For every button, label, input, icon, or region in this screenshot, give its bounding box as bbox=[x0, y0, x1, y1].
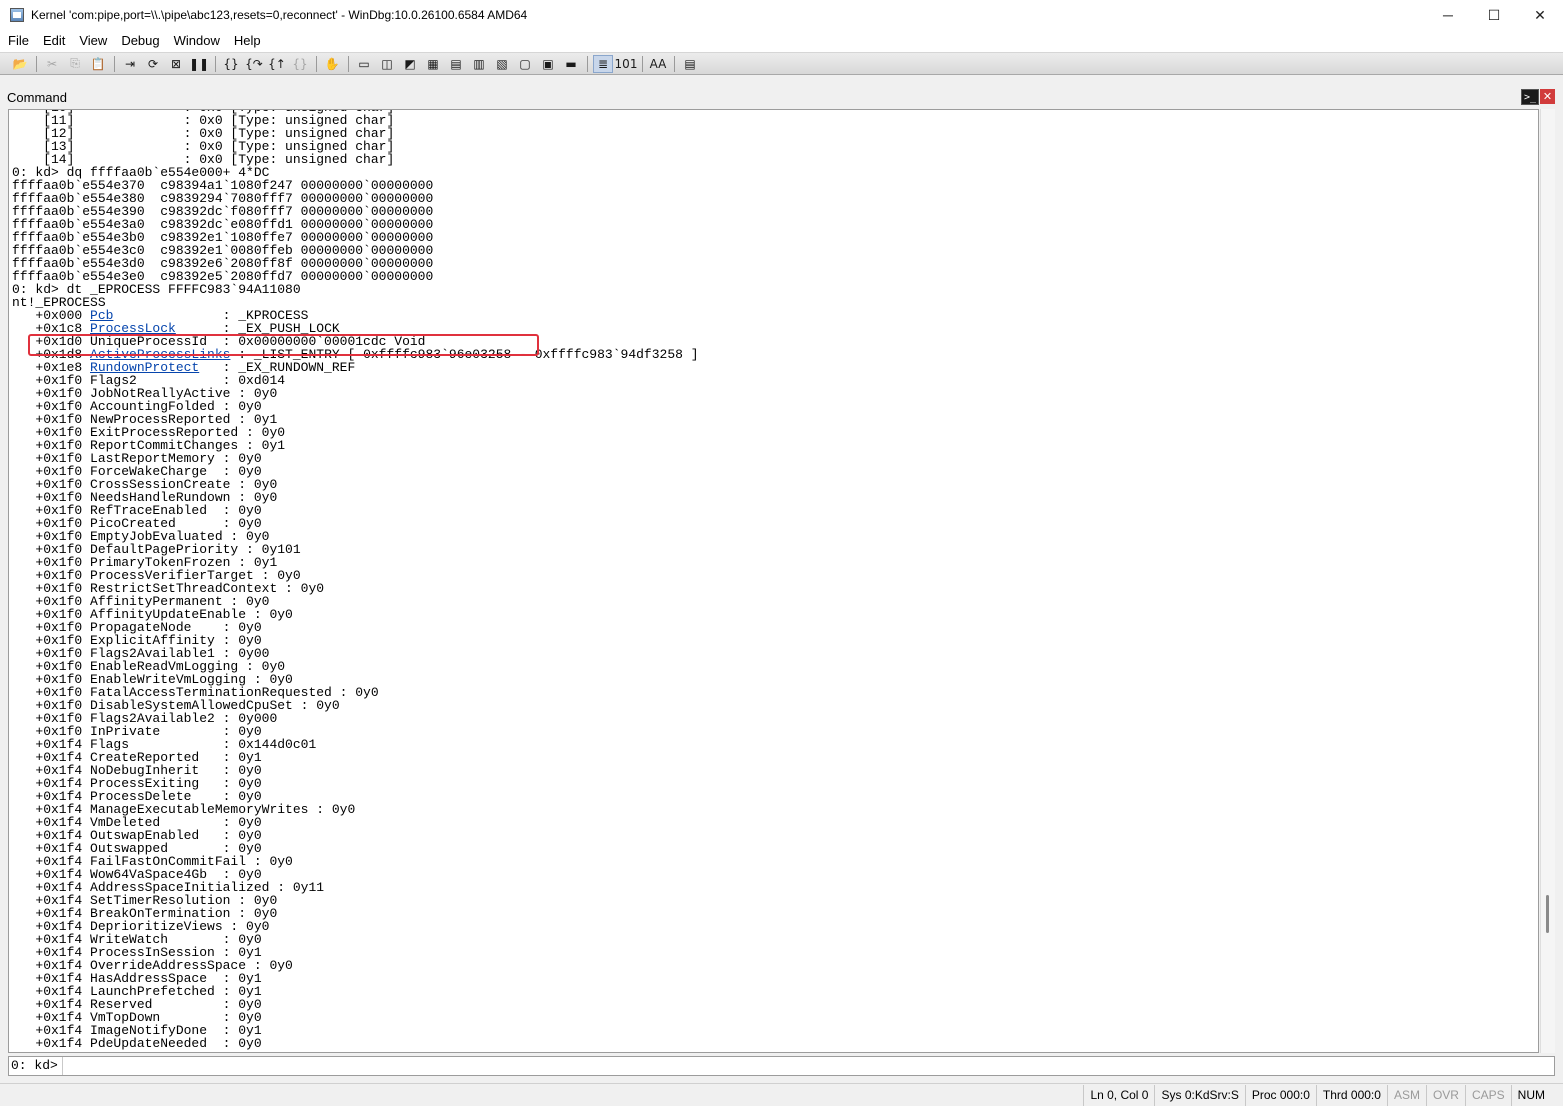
toolbar-separator bbox=[114, 55, 115, 72]
window-title: Kernel 'com:pipe,port=\\.\pipe\abc123,re… bbox=[31, 8, 528, 22]
menu-bar: File Edit View Debug Window Help bbox=[0, 30, 1563, 53]
go-icon[interactable]: ⇥ bbox=[120, 55, 140, 73]
command-panel-header: Command >_ ✕ bbox=[0, 86, 1563, 108]
menu-edit[interactable]: Edit bbox=[36, 30, 72, 52]
run-to-cursor-icon[interactable]: {} bbox=[290, 55, 310, 73]
toolbar-separator bbox=[215, 55, 216, 72]
break-icon[interactable]: ❚❚ bbox=[189, 55, 209, 73]
minimize-button[interactable]: ─ bbox=[1425, 0, 1471, 30]
menu-help[interactable]: Help bbox=[227, 30, 268, 52]
status-thrd: Thrd 000:0 bbox=[1315, 1084, 1387, 1106]
highlight-box-unique-process-id bbox=[28, 334, 539, 356]
status-num: NUM bbox=[1510, 1084, 1551, 1106]
hand-icon[interactable]: ✋ bbox=[322, 55, 342, 73]
panel-controls: >_ ✕ bbox=[1521, 89, 1555, 105]
scratchpad-window-icon[interactable]: ▢ bbox=[515, 55, 535, 73]
source-mode-icon[interactable]: ≣ bbox=[593, 54, 613, 73]
stop-icon[interactable]: ⊠ bbox=[166, 55, 186, 73]
paste-icon[interactable]: 📋 bbox=[88, 55, 108, 73]
cut-icon[interactable]: ✂ bbox=[42, 55, 62, 73]
window-controls: ─ ☐ ✕ bbox=[1425, 0, 1563, 30]
options-icon[interactable]: ▤ bbox=[680, 55, 700, 73]
menu-file[interactable]: File bbox=[0, 30, 36, 52]
locals-window-icon[interactable]: ◩ bbox=[400, 55, 420, 73]
copy-icon[interactable]: ⎘ bbox=[65, 55, 85, 73]
source-window-icon[interactable]: ▬ bbox=[561, 55, 581, 73]
menu-debug[interactable]: Debug bbox=[114, 30, 166, 52]
resize-grip[interactable] bbox=[1551, 1085, 1563, 1106]
command-output[interactable]: [10] : 0x0 [Type: unsigned char] [11] : … bbox=[8, 109, 1539, 1053]
status-position: Ln 0, Col 0 bbox=[1083, 1084, 1154, 1106]
toolbar-separator bbox=[36, 55, 37, 72]
processes-window-icon[interactable]: ▣ bbox=[538, 55, 558, 73]
status-caps: CAPS bbox=[1464, 1084, 1511, 1106]
maximize-button[interactable]: ☐ bbox=[1471, 0, 1517, 30]
title-bar: Kernel 'com:pipe,port=\\.\pipe\abc123,re… bbox=[0, 0, 1563, 30]
command-input[interactable] bbox=[62, 1058, 1554, 1074]
restart-icon[interactable]: ⟳ bbox=[143, 55, 163, 73]
command-prompt-icon[interactable]: >_ bbox=[1521, 89, 1539, 105]
status-sys: Sys 0:KdSrv:S bbox=[1154, 1084, 1244, 1106]
status-ovr: OVR bbox=[1425, 1084, 1465, 1106]
output-line: 0: kd> dt _EPROCESS FFFFC983`94A11080 bbox=[12, 282, 301, 297]
output-line: +0x1f4 PdeUpdateNeeded : 0y0 bbox=[12, 1036, 262, 1051]
open-icon[interactable]: 📂 bbox=[10, 55, 30, 73]
windbg-app-icon[interactable] bbox=[10, 8, 24, 22]
step-out-icon[interactable]: {↑ bbox=[267, 55, 287, 73]
hex-mode-icon[interactable]: 101 bbox=[615, 55, 638, 73]
toolbar-separator bbox=[674, 55, 675, 72]
toolbar-separator bbox=[348, 55, 349, 72]
font-icon[interactable]: AA bbox=[648, 55, 668, 73]
callstack-window-icon[interactable]: ▥ bbox=[469, 55, 489, 73]
toolbar: 📂 ✂ ⎘ 📋 ⇥ ⟳ ⊠ ❚❚{} {↷ {↑{} ✋ ▭ ◫ ◩ ▦ ▤ ▥ ▧ ▢ ▣ ▬ ≣ 101 AA ▤ bbox=[0, 53, 1563, 75]
memory-window-icon[interactable]: ▤ bbox=[446, 55, 466, 73]
toolbar-separator bbox=[642, 55, 643, 72]
toolbar-separator bbox=[587, 55, 588, 72]
toolbar-separator bbox=[316, 55, 317, 72]
step-into-icon[interactable]: {} bbox=[221, 55, 241, 73]
disassembly-window-icon[interactable]: ▧ bbox=[492, 55, 512, 73]
output-scrollbar[interactable] bbox=[1540, 109, 1555, 1053]
command-prompt: 0: kd> bbox=[9, 1057, 63, 1075]
status-bar: Ln 0, Col 0 Sys 0:KdSrv:S Proc 000:0 Thr… bbox=[0, 1083, 1563, 1106]
command-input-bar: 0: kd> bbox=[8, 1056, 1555, 1076]
status-proc: Proc 000:0 bbox=[1244, 1084, 1316, 1106]
command-panel-title: Command bbox=[7, 89, 67, 105]
command-window-icon[interactable]: ▭ bbox=[354, 55, 374, 73]
status-asm: ASM bbox=[1386, 1084, 1426, 1106]
registers-window-icon[interactable]: ▦ bbox=[423, 55, 443, 73]
step-over-icon[interactable]: {↷ bbox=[244, 55, 264, 73]
menu-view[interactable]: View bbox=[72, 30, 114, 52]
command-output-text: [10] : 0x0 [Type: unsigned char] [11] : … bbox=[9, 110, 699, 1051]
panel-close-icon[interactable]: ✕ bbox=[1540, 89, 1555, 104]
menu-window[interactable]: Window bbox=[167, 30, 227, 52]
scrollbar-thumb[interactable] bbox=[1546, 895, 1549, 933]
watch-window-icon[interactable]: ◫ bbox=[377, 55, 397, 73]
close-button[interactable]: ✕ bbox=[1517, 0, 1563, 30]
